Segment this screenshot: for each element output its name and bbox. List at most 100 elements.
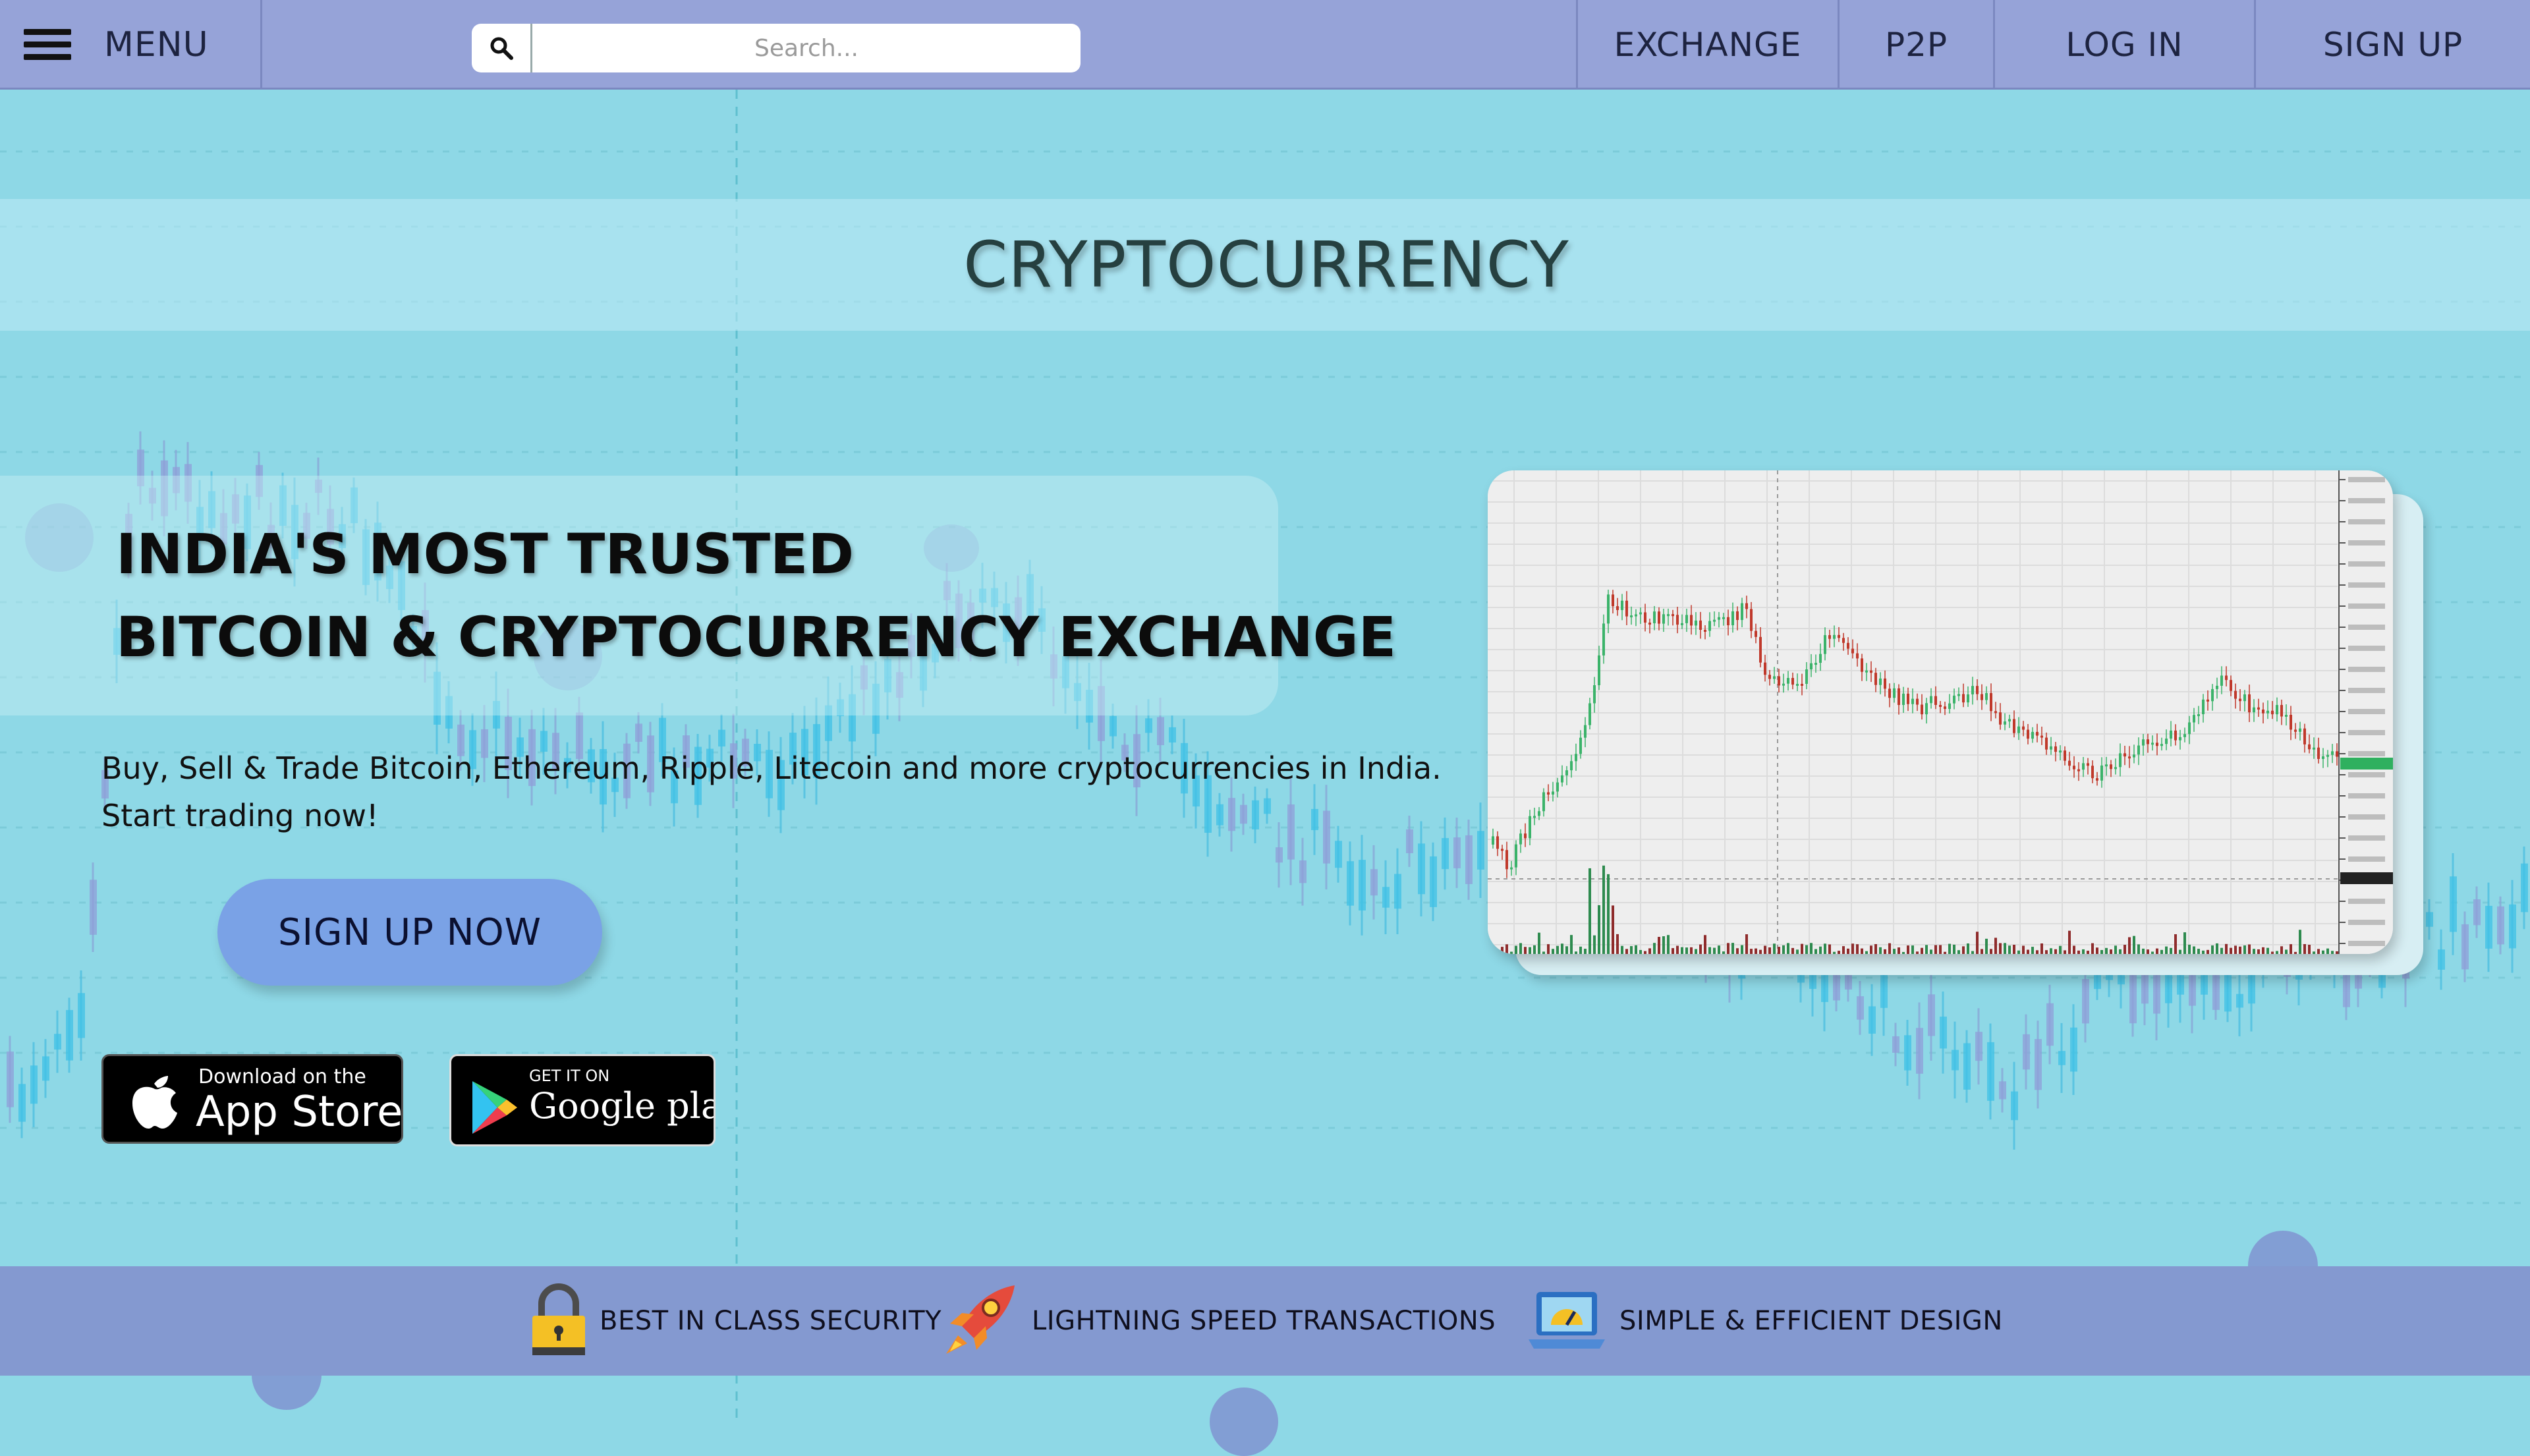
chart-volume-bar: [2077, 950, 2080, 954]
bg-candle-body: [635, 723, 642, 742]
chart-volume-bar: [1515, 945, 1517, 954]
search-button[interactable]: [472, 24, 532, 72]
chart-volume-bar: [1547, 944, 1550, 954]
chart-volume-bar: [1741, 945, 1743, 954]
chart-candle-body: [2137, 745, 2140, 755]
chart-candle-body: [2040, 735, 2043, 738]
app-store-badge[interactable]: Download on the App Store: [101, 1054, 403, 1144]
bg-candle-body: [66, 1010, 73, 1061]
chart-candle-body: [1865, 670, 1868, 673]
search-input[interactable]: [532, 24, 1081, 72]
chart-candle-body: [1644, 612, 1646, 623]
chart-candle-body: [1953, 695, 1955, 704]
bg-candle-body: [18, 1084, 26, 1122]
chart-volume-bar: [1718, 945, 1720, 954]
chart-axis-label: [2348, 793, 2385, 798]
chart-candle-body: [2303, 728, 2306, 744]
chart-volume-bar: [2147, 949, 2149, 954]
chart-candle-body: [1782, 683, 1785, 686]
chart-volume-bar: [2082, 949, 2085, 954]
chart-candle-body: [1713, 619, 1716, 622]
chart-candle-body: [1971, 686, 1974, 694]
feature-security: BEST IN CLASS SECURITY: [530, 1266, 942, 1376]
chart-volume-bar: [1768, 947, 1771, 954]
bg-candle-body: [2521, 863, 2528, 912]
chart-candle-body: [1598, 655, 1600, 686]
padlock-icon: [532, 1283, 585, 1355]
chart-candle-body: [2156, 742, 2158, 746]
bg-candle-body: [2011, 1091, 2018, 1121]
chart-candle-body: [1814, 663, 1817, 665]
chart-volume-bar: [1492, 947, 1494, 954]
chart-candle-body: [1695, 620, 1697, 626]
chart-candle-body: [1764, 662, 1766, 675]
chart-volume-bar: [1607, 874, 1610, 954]
nav-signup-link[interactable]: SIGN UP: [2256, 0, 2530, 90]
chart-volume-bar: [2008, 945, 2011, 954]
chart-volume-bar: [2017, 950, 2020, 954]
chart-volume-bar: [1625, 949, 1628, 954]
chart-volume-bar: [2202, 950, 2205, 954]
chart-candle-body: [1538, 811, 1540, 816]
chart-candle-body: [1884, 678, 1886, 689]
chart-volume-bar: [1838, 951, 1840, 954]
chart-volume-bar: [2110, 949, 2112, 954]
chart-candle-body: [1533, 816, 1536, 818]
chart-volume-bar: [2225, 943, 2228, 954]
chart-axis-label: [2348, 477, 2385, 482]
chart-candle-body: [1967, 694, 1969, 703]
chart-volume-bar: [1676, 945, 1679, 954]
chart-axis-label: [2348, 667, 2385, 672]
menu-button[interactable]: MENU: [0, 0, 262, 90]
google-play-badge[interactable]: GET IT ON Google play: [449, 1054, 716, 1146]
rocket-icon: [946, 1285, 1015, 1354]
chart-volume-bar: [2207, 949, 2209, 954]
chart-volume-bar: [1934, 945, 1937, 954]
chart-candle-body: [1750, 609, 1753, 631]
chart-candle-body: [2174, 730, 2177, 741]
chart-candle-body: [1962, 694, 1965, 703]
chart-volume-bar: [2317, 949, 2320, 954]
chart-candle-body: [2119, 753, 2122, 768]
sign-up-now-button[interactable]: SIGN UP NOW: [217, 879, 602, 986]
chart-candle-body: [1985, 693, 1988, 700]
chart-candle-body: [1731, 611, 1734, 626]
chart-candle-body: [1630, 615, 1633, 618]
chart-volume-bar: [1690, 947, 1693, 954]
chart-volume-bar: [1953, 944, 1955, 954]
price-chart: [1488, 470, 2393, 954]
nav-exchange-link[interactable]: EXCHANGE: [1576, 0, 1840, 90]
chart-volume-bar: [2004, 943, 2006, 954]
chart-candle-body: [1957, 694, 1960, 696]
chart-axis-label: [2348, 920, 2385, 925]
chart-volume-bar: [2234, 945, 2237, 954]
chart-candle-body: [1824, 635, 1826, 654]
chart-candle-body: [2331, 751, 2334, 755]
chart-volume-bar: [2054, 949, 2057, 954]
nav-p2p-link[interactable]: P2P: [1840, 0, 1995, 90]
chart-candle-body: [2068, 760, 2071, 766]
chart-volume-bar: [1635, 945, 1637, 954]
hero-tagline: Buy, Sell & Trade Bitcoin, Ethereum, Rip…: [101, 744, 1485, 839]
chart-candle-body: [1621, 600, 1623, 610]
bg-candle-body: [1382, 887, 1390, 908]
chart-candle-body: [1662, 614, 1665, 624]
hero-headline: INDIA'S MOST TRUSTED BITCOIN & CRYPTOCUR…: [116, 513, 1396, 679]
chart-volume-bar: [1621, 945, 1623, 954]
chart-volume-bar: [1879, 947, 1882, 954]
chart-candle-body: [1501, 849, 1504, 851]
chart-axis-label: [2348, 772, 2385, 777]
bg-candle-body: [1975, 1032, 1982, 1061]
chart-crosshair-price-marker: [2340, 872, 2393, 884]
chart-axis-label: [2348, 709, 2385, 714]
chart-candle-body: [1704, 630, 1706, 632]
chart-volume-bar: [2114, 945, 2117, 954]
chart-candle-body: [2045, 737, 2048, 750]
nav-login-link[interactable]: LOG IN: [1995, 0, 2256, 90]
chart-volume-bar: [2331, 951, 2334, 954]
chart-candle-body: [2220, 675, 2223, 686]
chart-axis-label: [2348, 856, 2385, 862]
features-bar: BEST IN CLASS SECURITY LIGHTNING SPEED T…: [0, 1266, 2530, 1376]
chart-volume-bar: [1750, 949, 1753, 954]
chart-candle-body: [2271, 710, 2274, 715]
